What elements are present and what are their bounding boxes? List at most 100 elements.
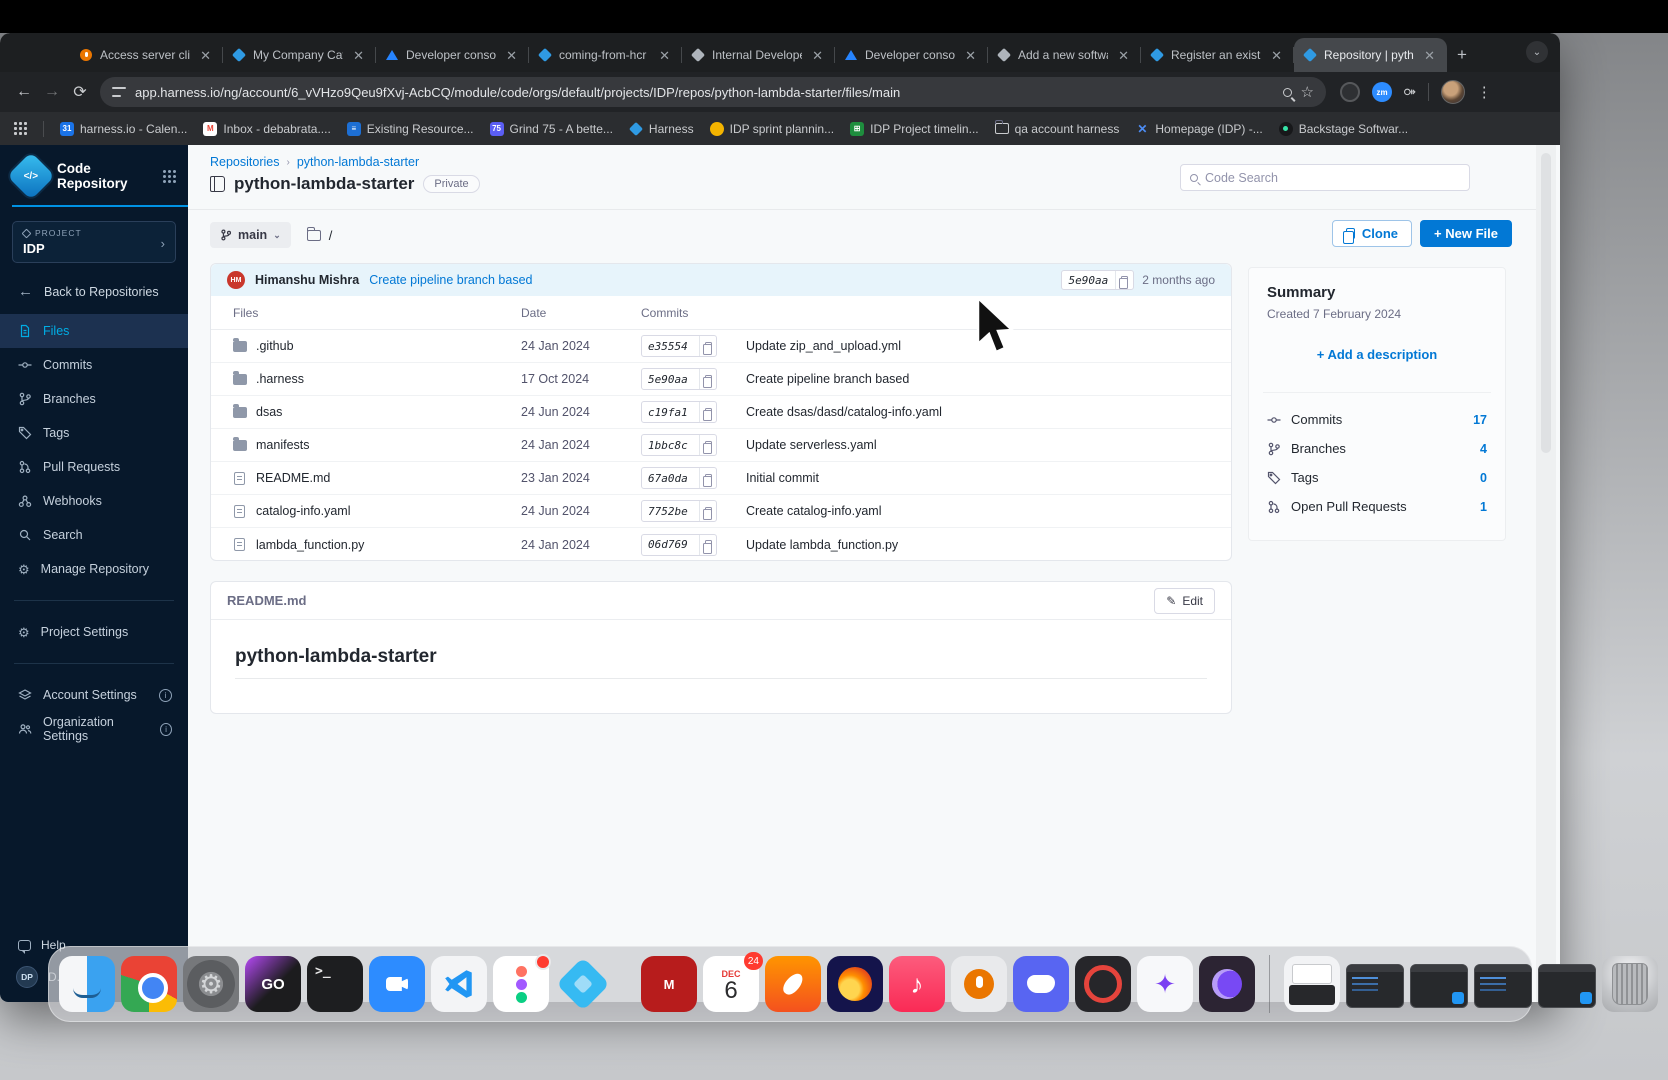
zoom-extension-icon[interactable]: zm bbox=[1372, 82, 1392, 102]
back-to-repositories-link[interactable]: ←Back to Repositories bbox=[0, 263, 188, 314]
copy-hash-button[interactable] bbox=[699, 435, 716, 455]
sidebar-item-branches[interactable]: Branches bbox=[0, 382, 188, 416]
minimized-window-thumbnail[interactable] bbox=[1538, 964, 1596, 1008]
copy-hash-button[interactable] bbox=[699, 402, 716, 422]
dock-finder-icon[interactable] bbox=[59, 956, 115, 1012]
tab-coming-from-hcr[interactable]: coming-from-hcr✕ bbox=[529, 38, 682, 72]
commit-hash-pill[interactable]: 67a0da bbox=[641, 467, 717, 489]
apps-grid-icon[interactable] bbox=[14, 122, 27, 135]
dock-insomnia-icon[interactable] bbox=[1199, 956, 1255, 1012]
tab-register-existing[interactable]: Register an existi✕ bbox=[1141, 38, 1294, 72]
profile-avatar[interactable] bbox=[1441, 80, 1465, 104]
branch-selector[interactable]: main ⌄ bbox=[210, 222, 291, 248]
copy-hash-button[interactable] bbox=[699, 535, 716, 555]
dock-downloads-stack-icon[interactable] bbox=[1284, 956, 1340, 1012]
dock-apple-music-icon[interactable]: ♪ bbox=[889, 956, 945, 1012]
info-icon[interactable]: i bbox=[160, 723, 172, 736]
tab-search-chevron[interactable]: ⌄ bbox=[1526, 41, 1548, 63]
commit-message-link[interactable]: Update lambda_function.py bbox=[746, 538, 1231, 552]
sidebar-item-project-settings[interactable]: ⚙ Project Settings bbox=[0, 615, 188, 649]
tab-developer-console-1[interactable]: Developer consol✕ bbox=[376, 38, 529, 72]
dock-figma-icon[interactable] bbox=[493, 956, 549, 1012]
tab-repository-active[interactable]: Repository | pyth✕ bbox=[1294, 38, 1447, 72]
bookmark-existing-resource[interactable]: ≡Existing Resource... bbox=[347, 122, 474, 136]
reload-button[interactable]: ⟳ bbox=[66, 82, 94, 102]
site-settings-icon[interactable] bbox=[112, 87, 126, 97]
summary-stat-branches[interactable]: Branches4 bbox=[1267, 434, 1487, 463]
bookmark-harness-calendar[interactable]: 31harness.io - Calen... bbox=[60, 122, 187, 136]
minimized-window-thumbnail[interactable] bbox=[1410, 964, 1468, 1008]
dock-backstage-icon[interactable] bbox=[555, 956, 611, 1012]
tab-access-server[interactable]: Access server cli✕ bbox=[70, 38, 223, 72]
dock-terminal-icon[interactable]: >_ bbox=[307, 956, 363, 1012]
dock-firefox-icon[interactable] bbox=[827, 956, 883, 1012]
code-search-input[interactable] bbox=[1205, 171, 1460, 185]
sidebar-item-files[interactable]: Files bbox=[0, 314, 188, 348]
dock-openvpn-icon[interactable] bbox=[951, 956, 1007, 1012]
new-tab-button[interactable]: + bbox=[1457, 45, 1467, 65]
bookmark-inbox[interactable]: MInbox - debabrata.... bbox=[203, 122, 330, 136]
minimized-window-thumbnail[interactable] bbox=[1346, 964, 1404, 1008]
dock-todo-check-icon[interactable] bbox=[1075, 956, 1131, 1012]
tab-close-icon[interactable]: ✕ bbox=[350, 48, 367, 63]
add-description-link[interactable]: + Add a description bbox=[1267, 347, 1487, 362]
dock-star-app-icon[interactable]: ✦ bbox=[1137, 956, 1193, 1012]
back-button[interactable]: ← bbox=[10, 83, 38, 101]
bookmark-qa-folder[interactable]: qa account harness bbox=[995, 122, 1120, 136]
page-scrollbar[interactable] bbox=[1536, 145, 1556, 1002]
tab-developer-console-2[interactable]: Developer conso✕ bbox=[835, 38, 988, 72]
address-bar[interactable]: app.harness.io/ng/account/6_vVHzo9Qeu9fX… bbox=[100, 77, 1326, 107]
commit-message-link[interactable]: Update serverless.yaml bbox=[746, 438, 1231, 452]
commit-hash-pill[interactable]: c19fa1 bbox=[641, 401, 717, 423]
sidebar-item-tags[interactable]: Tags bbox=[0, 416, 188, 450]
dock-trash-icon[interactable] bbox=[1602, 956, 1658, 1012]
commit-message-link[interactable]: Create pipeline branch based bbox=[746, 372, 1231, 386]
copy-hash-button[interactable] bbox=[699, 369, 716, 389]
copy-hash-button[interactable] bbox=[699, 336, 716, 356]
bookmark-star-icon[interactable]: ☆ bbox=[1301, 83, 1314, 101]
code-search-box[interactable] bbox=[1180, 164, 1470, 191]
dock-vscode-icon[interactable] bbox=[431, 956, 487, 1012]
info-icon[interactable]: i bbox=[159, 689, 172, 702]
copy-hash-button[interactable] bbox=[1115, 271, 1133, 289]
new-file-button[interactable]: + New File bbox=[1420, 220, 1512, 247]
table-row[interactable]: catalog-info.yaml 24 Jun 2024 7752be Cre… bbox=[211, 495, 1231, 528]
edit-button[interactable]: ✎Edit bbox=[1154, 588, 1215, 614]
url-text[interactable]: app.harness.io/ng/account/6_vVHzo9Qeu9fX… bbox=[135, 85, 1274, 100]
clone-button[interactable]: Clone bbox=[1332, 220, 1412, 247]
dock-goland-icon[interactable]: GO bbox=[245, 956, 301, 1012]
commit-message-link[interactable]: Create catalog-info.yaml bbox=[746, 504, 1231, 518]
commit-hash-pill[interactable]: 7752be bbox=[641, 500, 717, 522]
table-row[interactable]: .github 24 Jan 2024 e35554 Update zip_an… bbox=[211, 330, 1231, 363]
copy-hash-button[interactable] bbox=[699, 501, 716, 521]
module-switcher-icon[interactable] bbox=[163, 170, 176, 183]
copy-hash-button[interactable] bbox=[699, 468, 716, 488]
commit-hash-pill[interactable]: 5e90aa bbox=[641, 368, 717, 390]
browser-menu-icon[interactable]: ⋮ bbox=[1477, 83, 1492, 101]
commit-message-link[interactable]: Initial commit bbox=[746, 471, 1231, 485]
tab-close-icon[interactable]: ✕ bbox=[656, 48, 673, 63]
summary-stat-tags[interactable]: Tags0 bbox=[1267, 463, 1487, 492]
table-row[interactable]: lambda_function.py 24 Jan 2024 06d769 Up… bbox=[211, 528, 1231, 561]
table-row[interactable]: manifests 24 Jan 2024 1bbc8c Update serv… bbox=[211, 429, 1231, 462]
path-root[interactable]: / bbox=[329, 228, 333, 243]
bookmark-idp-sprint[interactable]: IDP sprint plannin... bbox=[710, 122, 835, 136]
sidebar-item-search[interactable]: Search bbox=[0, 518, 188, 552]
dock-chrome-icon[interactable] bbox=[121, 956, 177, 1012]
sidebar-item-webhooks[interactable]: Webhooks bbox=[0, 484, 188, 518]
forward-button[interactable]: → bbox=[38, 83, 66, 101]
project-selector[interactable]: PROJECT IDP › bbox=[12, 221, 176, 263]
bookmark-homepage-idp[interactable]: ✕Homepage (IDP) -... bbox=[1135, 122, 1262, 136]
dock-calendar-icon[interactable]: DEC 6 24 bbox=[703, 956, 759, 1012]
dock-zoom-icon[interactable] bbox=[369, 956, 425, 1012]
bookmark-harness[interactable]: Harness bbox=[629, 122, 694, 136]
breadcrumb-repositories-link[interactable]: Repositories bbox=[210, 155, 279, 169]
table-row[interactable]: README.md 23 Jan 2024 67a0da Initial com… bbox=[211, 462, 1231, 495]
breadcrumb-current[interactable]: python-lambda-starter bbox=[297, 155, 419, 169]
tab-close-icon[interactable]: ✕ bbox=[962, 48, 979, 63]
tab-close-icon[interactable]: ✕ bbox=[1268, 48, 1285, 63]
commit-hash-pill[interactable]: e35554 bbox=[641, 335, 717, 357]
scrollbar-thumb[interactable] bbox=[1541, 153, 1551, 453]
tab-add-new-software[interactable]: Add a new softwa✕ bbox=[988, 38, 1141, 72]
commit-hash-pill[interactable]: 06d769 bbox=[641, 534, 717, 556]
